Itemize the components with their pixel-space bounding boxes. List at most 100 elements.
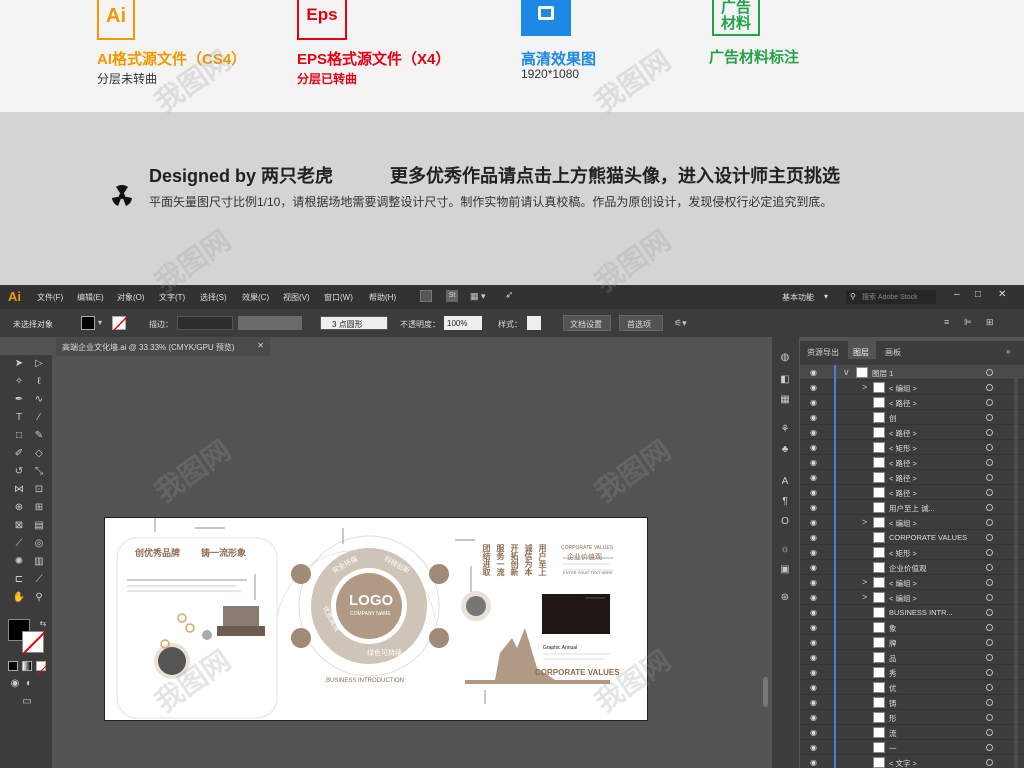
tab-layers[interactable]: 图层 [853,347,869,358]
slice-tool-icon[interactable]: ⟋ [32,573,46,587]
paragraph-icon[interactable]: ¶ [778,495,792,509]
pen-tool-icon[interactable]: ✒ [12,393,26,407]
layer-row[interactable]: ◉ < 矩形 > [800,440,1024,455]
fill-chevron-icon[interactable]: ▾ [98,318,102,327]
stroke-swatch[interactable] [112,316,128,332]
stroke-color-box[interactable] [22,631,46,655]
target-circle-icon[interactable] [986,609,993,616]
direct-select-tool-icon[interactable]: ▷ [32,357,46,371]
target-circle-icon[interactable] [986,684,993,691]
visibility-eye-icon[interactable]: ◉ [810,458,817,467]
visibility-eye-icon[interactable]: ◉ [810,758,817,767]
visibility-eye-icon[interactable]: ◉ [810,473,817,482]
symbol-sprayer-icon[interactable]: ✺ [12,555,26,569]
target-circle-icon[interactable] [986,729,993,736]
transform-icon[interactable]: ⊞ [986,317,994,328]
color-guide-icon[interactable]: ◧ [778,373,792,387]
layer-row[interactable]: ◉ > < 编组 > [800,575,1024,590]
draw-behind-icon[interactable]: ◐ [22,677,36,691]
panel-menu-icon[interactable]: ≡ [944,317,949,327]
menu-edit[interactable]: 编辑(E) [77,292,104,303]
lasso-icon[interactable]: ℓ [32,375,46,389]
stroke-weight-field[interactable] [177,316,233,330]
layer-row[interactable]: ◉ < 路径 > [800,395,1024,410]
visibility-eye-icon[interactable]: ◉ [810,488,817,497]
target-circle-icon[interactable] [986,444,993,451]
layer-row[interactable]: ◉ 秀 [800,665,1024,680]
target-circle-icon[interactable] [986,699,993,706]
width-tool-icon[interactable]: ⋈ [12,483,26,497]
visibility-eye-icon[interactable]: ◉ [810,578,817,587]
expand-icon[interactable]: v [844,367,849,377]
appearance-icon[interactable]: ☼ [778,543,792,557]
target-circle-icon[interactable] [986,759,993,766]
target-circle-icon[interactable] [986,654,993,661]
layer-row[interactable]: ◉ BUSINESS INTR... [800,605,1024,620]
visibility-eye-icon[interactable]: ◉ [810,533,817,542]
mesh-icon[interactable]: ⊠ [12,519,26,533]
layer-row[interactable]: ◉ < 路径 > [800,470,1024,485]
visibility-eye-icon[interactable]: ◉ [810,518,817,527]
variable-width-field[interactable] [238,316,302,330]
perspective-icon[interactable]: ⊞ [32,501,46,515]
visibility-eye-icon[interactable]: ◉ [810,683,817,692]
rectangle-tool-icon[interactable]: □ [12,429,26,443]
hand-tool-icon[interactable]: ✋ [12,591,26,605]
layer-row[interactable]: ◉ < 路径 > [800,455,1024,470]
layer-row[interactable]: ◉ 牌 [800,635,1024,650]
swap-colors-icon[interactable]: ⇆ [36,617,50,631]
align-icon[interactable]: ⊫ [964,317,972,328]
visibility-eye-icon[interactable]: ◉ [810,503,817,512]
target-circle-icon[interactable] [986,579,993,586]
layer-row[interactable]: ◉ > < 编组 > [800,590,1024,605]
shape-builder-icon[interactable]: ⊕ [12,501,26,515]
menu-file[interactable]: 文件(F) [37,292,63,303]
type-tool-icon[interactable]: T [12,411,26,425]
workspace-switcher[interactable]: 基本功能 [782,292,814,303]
links-icon[interactable]: ⊛ [778,591,792,605]
free-transform-icon[interactable]: ⊡ [32,483,46,497]
target-circle-icon[interactable] [986,369,993,376]
layers-scrollbar[interactable] [1014,365,1018,768]
visibility-eye-icon[interactable]: ◉ [810,698,817,707]
layer-row[interactable]: ◉ 用户至上 诚... [800,500,1024,515]
draw-mode-icon[interactable]: ◉ [8,677,22,691]
ai-logo-icon[interactable]: Ai [8,289,21,304]
target-circle-icon[interactable] [986,714,993,721]
layer-row[interactable]: ◉ > < 编组 > [800,380,1024,395]
workspace-chevron-icon[interactable]: ▾ [824,292,828,301]
eyedropper-icon[interactable]: ⟋ [12,537,26,551]
expand-icon[interactable]: > [862,577,867,587]
shaper-icon[interactable]: ✐ [12,447,26,461]
gpu-icon[interactable]: ➶ [505,290,513,301]
target-circle-icon[interactable] [986,504,993,511]
target-circle-icon[interactable] [986,429,993,436]
layer-row[interactable]: ◉ < 路径 > [800,485,1024,500]
eraser-icon[interactable]: ◇ [32,447,46,461]
color-mode-icon[interactable] [8,661,18,671]
dock-scrollbar[interactable] [763,677,768,707]
tab-close-icon[interactable]: ✕ [257,341,264,350]
layer-row[interactable]: ◉ < 文字 > [800,755,1024,768]
bridge-icon[interactable] [420,290,432,302]
menu-window[interactable]: 窗口(W) [324,292,353,303]
target-circle-icon[interactable] [986,594,993,601]
target-circle-icon[interactable] [986,519,993,526]
graph-tool-icon[interactable]: ▥ [32,555,46,569]
target-circle-icon[interactable] [986,549,993,556]
layer-row[interactable]: ◉ CORPORATE VALUES [800,530,1024,545]
expand-icon[interactable]: > [862,517,867,527]
opentype-icon[interactable]: O [778,515,792,529]
collapse-icon[interactable]: » [1006,347,1010,356]
visibility-eye-icon[interactable]: ◉ [810,428,817,437]
visibility-eye-icon[interactable]: ◉ [810,563,817,572]
visibility-eye-icon[interactable]: ◉ [810,593,817,602]
gradient-mode-icon[interactable] [22,661,32,671]
menu-effect[interactable]: 效果(C) [242,292,269,303]
target-circle-icon[interactable] [986,639,993,646]
fill-swatch[interactable] [81,316,95,330]
gradient-icon[interactable]: ▤ [32,519,46,533]
screen-mode-icon[interactable]: ▭ [20,695,34,709]
layer-row[interactable]: ◉ 流 [800,725,1024,740]
close-icon[interactable]: ✕ [998,289,1006,300]
